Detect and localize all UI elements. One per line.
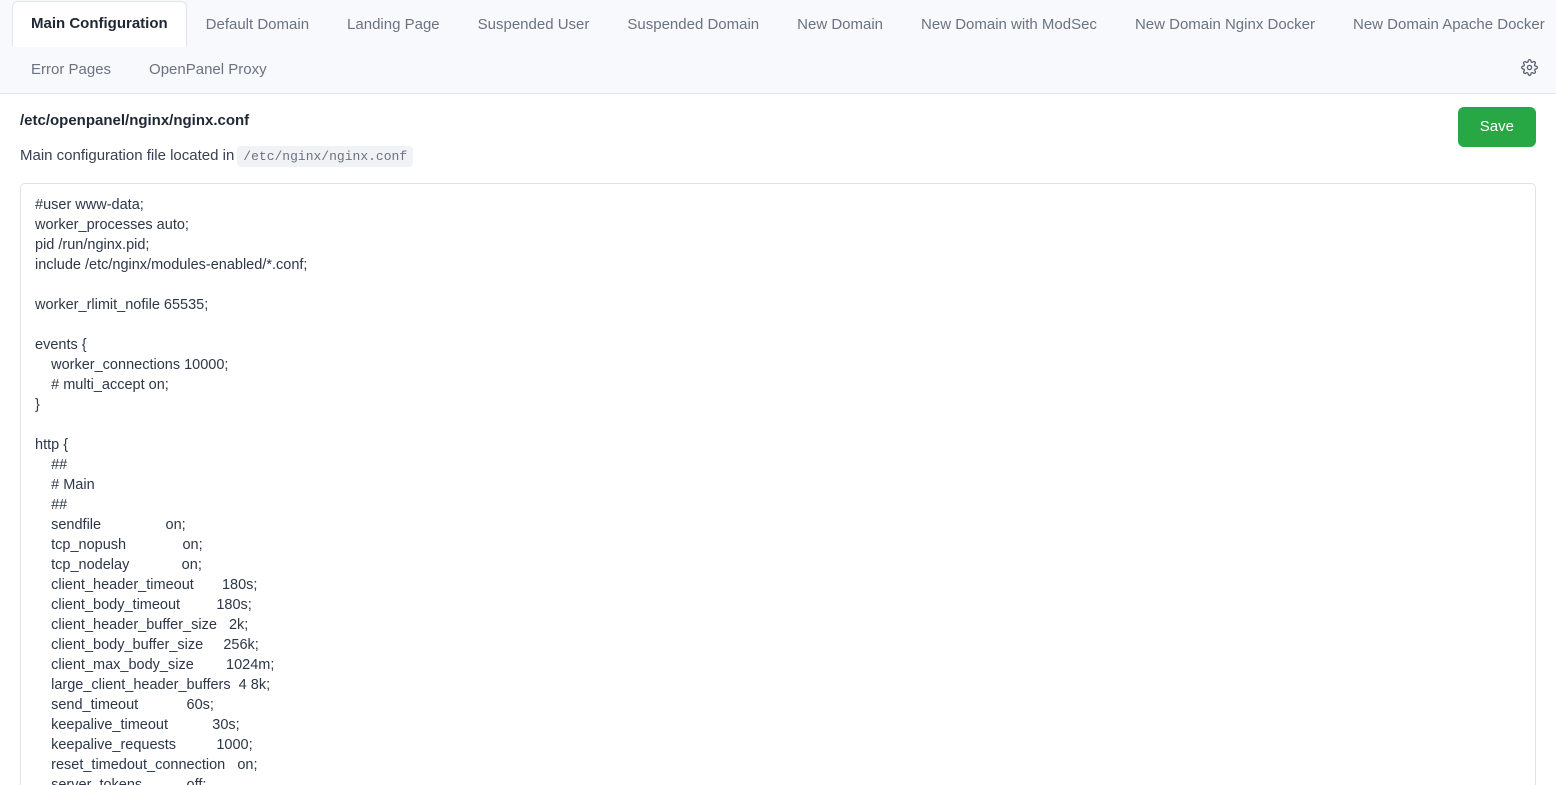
save-button[interactable]: Save (1457, 107, 1536, 147)
tab-main-configuration[interactable]: Main Configuration (12, 1, 187, 47)
settings-button[interactable] (1521, 58, 1538, 81)
tab-bar: Main Configuration Default Domain Landing … (0, 0, 1556, 94)
editor-container (20, 183, 1536, 785)
page-title: /etc/openpanel/nginx/nginx.conf (20, 112, 250, 129)
tab-landing-page[interactable]: Landing Page (328, 2, 459, 47)
tab-row-secondary: Error Pages OpenPanel Proxy (0, 46, 1556, 93)
tab-default-domain[interactable]: Default Domain (187, 2, 328, 47)
tab-new-domain[interactable]: New Domain (778, 2, 902, 47)
tab-new-domain-with-modsec[interactable]: New Domain with ModSec (902, 2, 1116, 47)
tab-suspended-user[interactable]: Suspended User (459, 2, 609, 47)
page-header: /etc/openpanel/nginx/nginx.conf Main con… (0, 94, 1556, 173)
tab-new-domain-nginx-docker[interactable]: New Domain Nginx Docker (1116, 2, 1334, 47)
tab-suspended-domain[interactable]: Suspended Domain (608, 2, 778, 47)
tab-row-primary: Main Configuration Default Domain Landing … (0, 0, 1556, 47)
tab-openpanel-proxy[interactable]: OpenPanel Proxy (130, 47, 286, 92)
config-editor-textarea[interactable] (20, 183, 1536, 785)
tab-new-domain-apache-docker[interactable]: New Domain Apache Docker (1334, 2, 1556, 47)
subtitle-text: Main configuration file located in (20, 147, 235, 164)
page-subtitle: Main configuration file located in/etc/n… (20, 146, 1536, 167)
config-path-badge: /etc/nginx/nginx.conf (237, 146, 414, 167)
gear-icon (1521, 58, 1538, 81)
tab-error-pages[interactable]: Error Pages (12, 47, 130, 92)
